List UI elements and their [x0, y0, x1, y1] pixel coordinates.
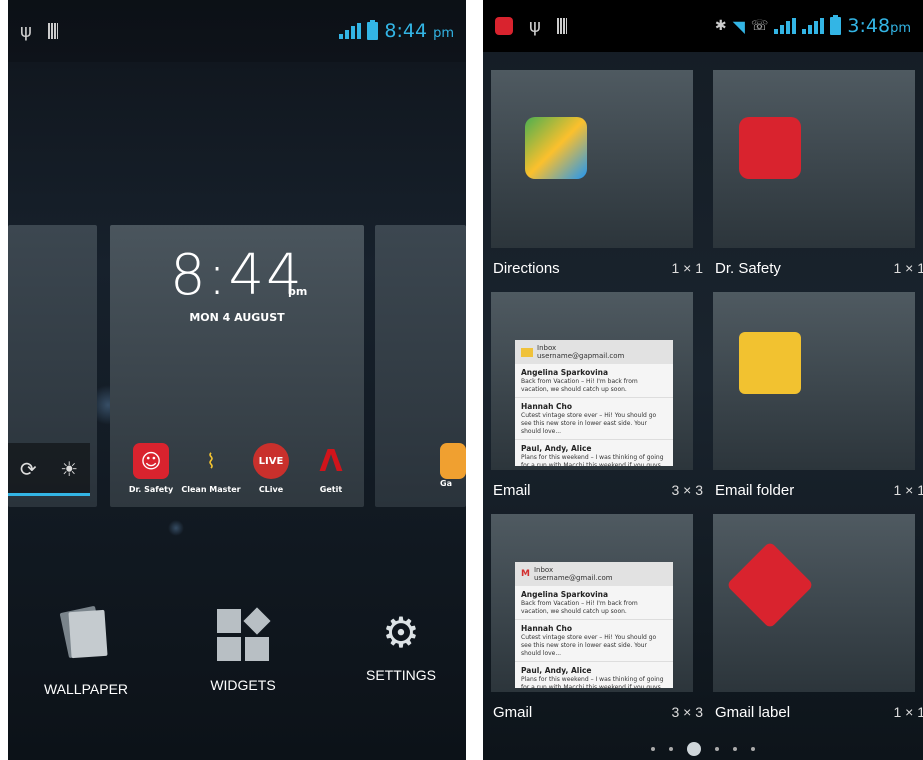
- quick-settings-indicator: [8, 493, 90, 496]
- wifi-icon: ◥: [732, 16, 745, 36]
- widget-tile-gmail-label[interactable]: [713, 514, 915, 692]
- dr-safety-notification-icon: [495, 17, 513, 35]
- usb-icon: ψ: [20, 20, 32, 42]
- home-edit-screen: ψ 8:44 pm 8:44 pm MON 4 AUGUST ⟳ ☀ ☺ Dr.…: [8, 0, 466, 760]
- email-message: Hannah Cho Cutest vintage store ever – Hi…: [515, 398, 673, 441]
- page-dot: [715, 747, 719, 751]
- page-dot: [651, 747, 655, 751]
- storage-icon: [556, 18, 567, 34]
- dr-safety-icon: [738, 117, 801, 180]
- widget-row-dr-safety: Dr. Safety 1 × 1: [715, 259, 923, 277]
- tag-icon: [725, 541, 814, 630]
- storage-icon: [47, 23, 58, 39]
- battery-icon: [830, 15, 842, 35]
- clive-icon: LIVE: [253, 443, 289, 479]
- widget-row-gmail: Gmail 3 × 3: [493, 703, 703, 721]
- gmail-icon: M: [521, 569, 530, 579]
- widget-row-email-folder: Email folder 1 × 1: [715, 481, 923, 499]
- dr-safety-icon: ☺: [133, 443, 169, 479]
- status-time: 3:48pm: [847, 15, 911, 37]
- page-dot: [751, 747, 755, 751]
- sim-icon: ☏: [750, 18, 769, 34]
- gmail-preview: M Inbox username@gmail.com Angelina Spark…: [515, 562, 673, 688]
- status-bar: ψ 8:44 pm: [8, 0, 466, 62]
- page-dot: [669, 747, 673, 751]
- widget-tile-dr-safety[interactable]: [713, 70, 915, 248]
- widget-tile-email-folder[interactable]: [713, 292, 915, 470]
- email-preview-header: Inbox username@gapmail.com: [515, 340, 673, 364]
- gmail-message: Angelina Sparkovina Back from Vacation – …: [515, 586, 673, 621]
- app-clive[interactable]: LIVE CLive: [238, 443, 304, 494]
- gmail-message: Paul, Andy, Alice Plans for this weekend …: [515, 662, 673, 688]
- widgets-icon: [217, 607, 271, 661]
- sync-icon[interactable]: ⟳: [20, 457, 37, 481]
- getit-icon: Λ: [319, 443, 343, 479]
- clock-time: 8:44: [170, 243, 304, 308]
- gear-icon: ⚙: [382, 608, 420, 657]
- clock-date: MON 4 AUGUST: [189, 311, 285, 324]
- bluetooth-icon: ✱: [714, 18, 727, 34]
- widget-picker-screen: ψ ✱ ◥ ☏ 3:48pm Directions 1 × 1 Dr. Safe…: [483, 0, 923, 760]
- clock-ampm: pm: [288, 285, 308, 298]
- broom-icon: ⌇: [206, 449, 216, 473]
- widgets-button[interactable]: WIDGETS: [183, 605, 303, 693]
- gallery-icon: [440, 443, 466, 479]
- widget-row-gmail-label: Gmail label 1 × 1: [715, 703, 923, 721]
- brightness-icon[interactable]: ☀: [60, 457, 78, 481]
- app-dr-safety[interactable]: ☺ Dr. Safety: [118, 443, 184, 494]
- widget-tile-directions[interactable]: [491, 70, 693, 248]
- inbox-icon: [521, 347, 533, 357]
- widget-row-email: Email 3 × 3: [493, 481, 703, 499]
- quick-settings-widget: ⟳ ☀: [8, 443, 90, 495]
- maps-icon: [524, 117, 587, 180]
- usb-icon: ψ: [529, 15, 541, 37]
- widget-tile-email[interactable]: Inbox username@gapmail.com Angelina Spark…: [491, 292, 693, 470]
- page-dot: [733, 747, 737, 751]
- wallpaper-icon: [56, 605, 116, 665]
- gmail-message: Hannah Cho Cutest vintage store ever – Hi…: [515, 620, 673, 663]
- signal-icon: [339, 23, 362, 39]
- gmail-preview-header: M Inbox username@gmail.com: [515, 562, 673, 586]
- app-gallery[interactable]: Ga: [440, 443, 466, 488]
- app-clean-master[interactable]: ⌇ Clean Master: [178, 443, 244, 494]
- widget-row-directions: Directions 1 × 1: [493, 259, 703, 277]
- status-time: 8:44 pm: [384, 20, 454, 42]
- status-bar: ψ ✱ ◥ ☏ 3:48pm: [483, 0, 923, 52]
- signal-2-icon: [802, 18, 825, 34]
- signal-icon: [774, 18, 797, 34]
- email-message: Paul, Andy, Alice Plans for this weekend …: [515, 440, 673, 466]
- email-preview: Inbox username@gapmail.com Angelina Spark…: [515, 340, 673, 466]
- email-folder-icon: [738, 332, 801, 395]
- widget-tile-gmail[interactable]: M Inbox username@gmail.com Angelina Spark…: [491, 514, 693, 692]
- app-getit[interactable]: Λ Getit: [298, 443, 364, 495]
- email-message: Angelina Sparkovina Back from Vacation – …: [515, 364, 673, 399]
- settings-button[interactable]: ⚙ SETTINGS: [341, 605, 461, 683]
- page-dot-active: [687, 742, 701, 756]
- page-indicator: [483, 742, 923, 756]
- battery-icon: [367, 20, 379, 40]
- wallpaper-button[interactable]: WALLPAPER: [26, 605, 146, 697]
